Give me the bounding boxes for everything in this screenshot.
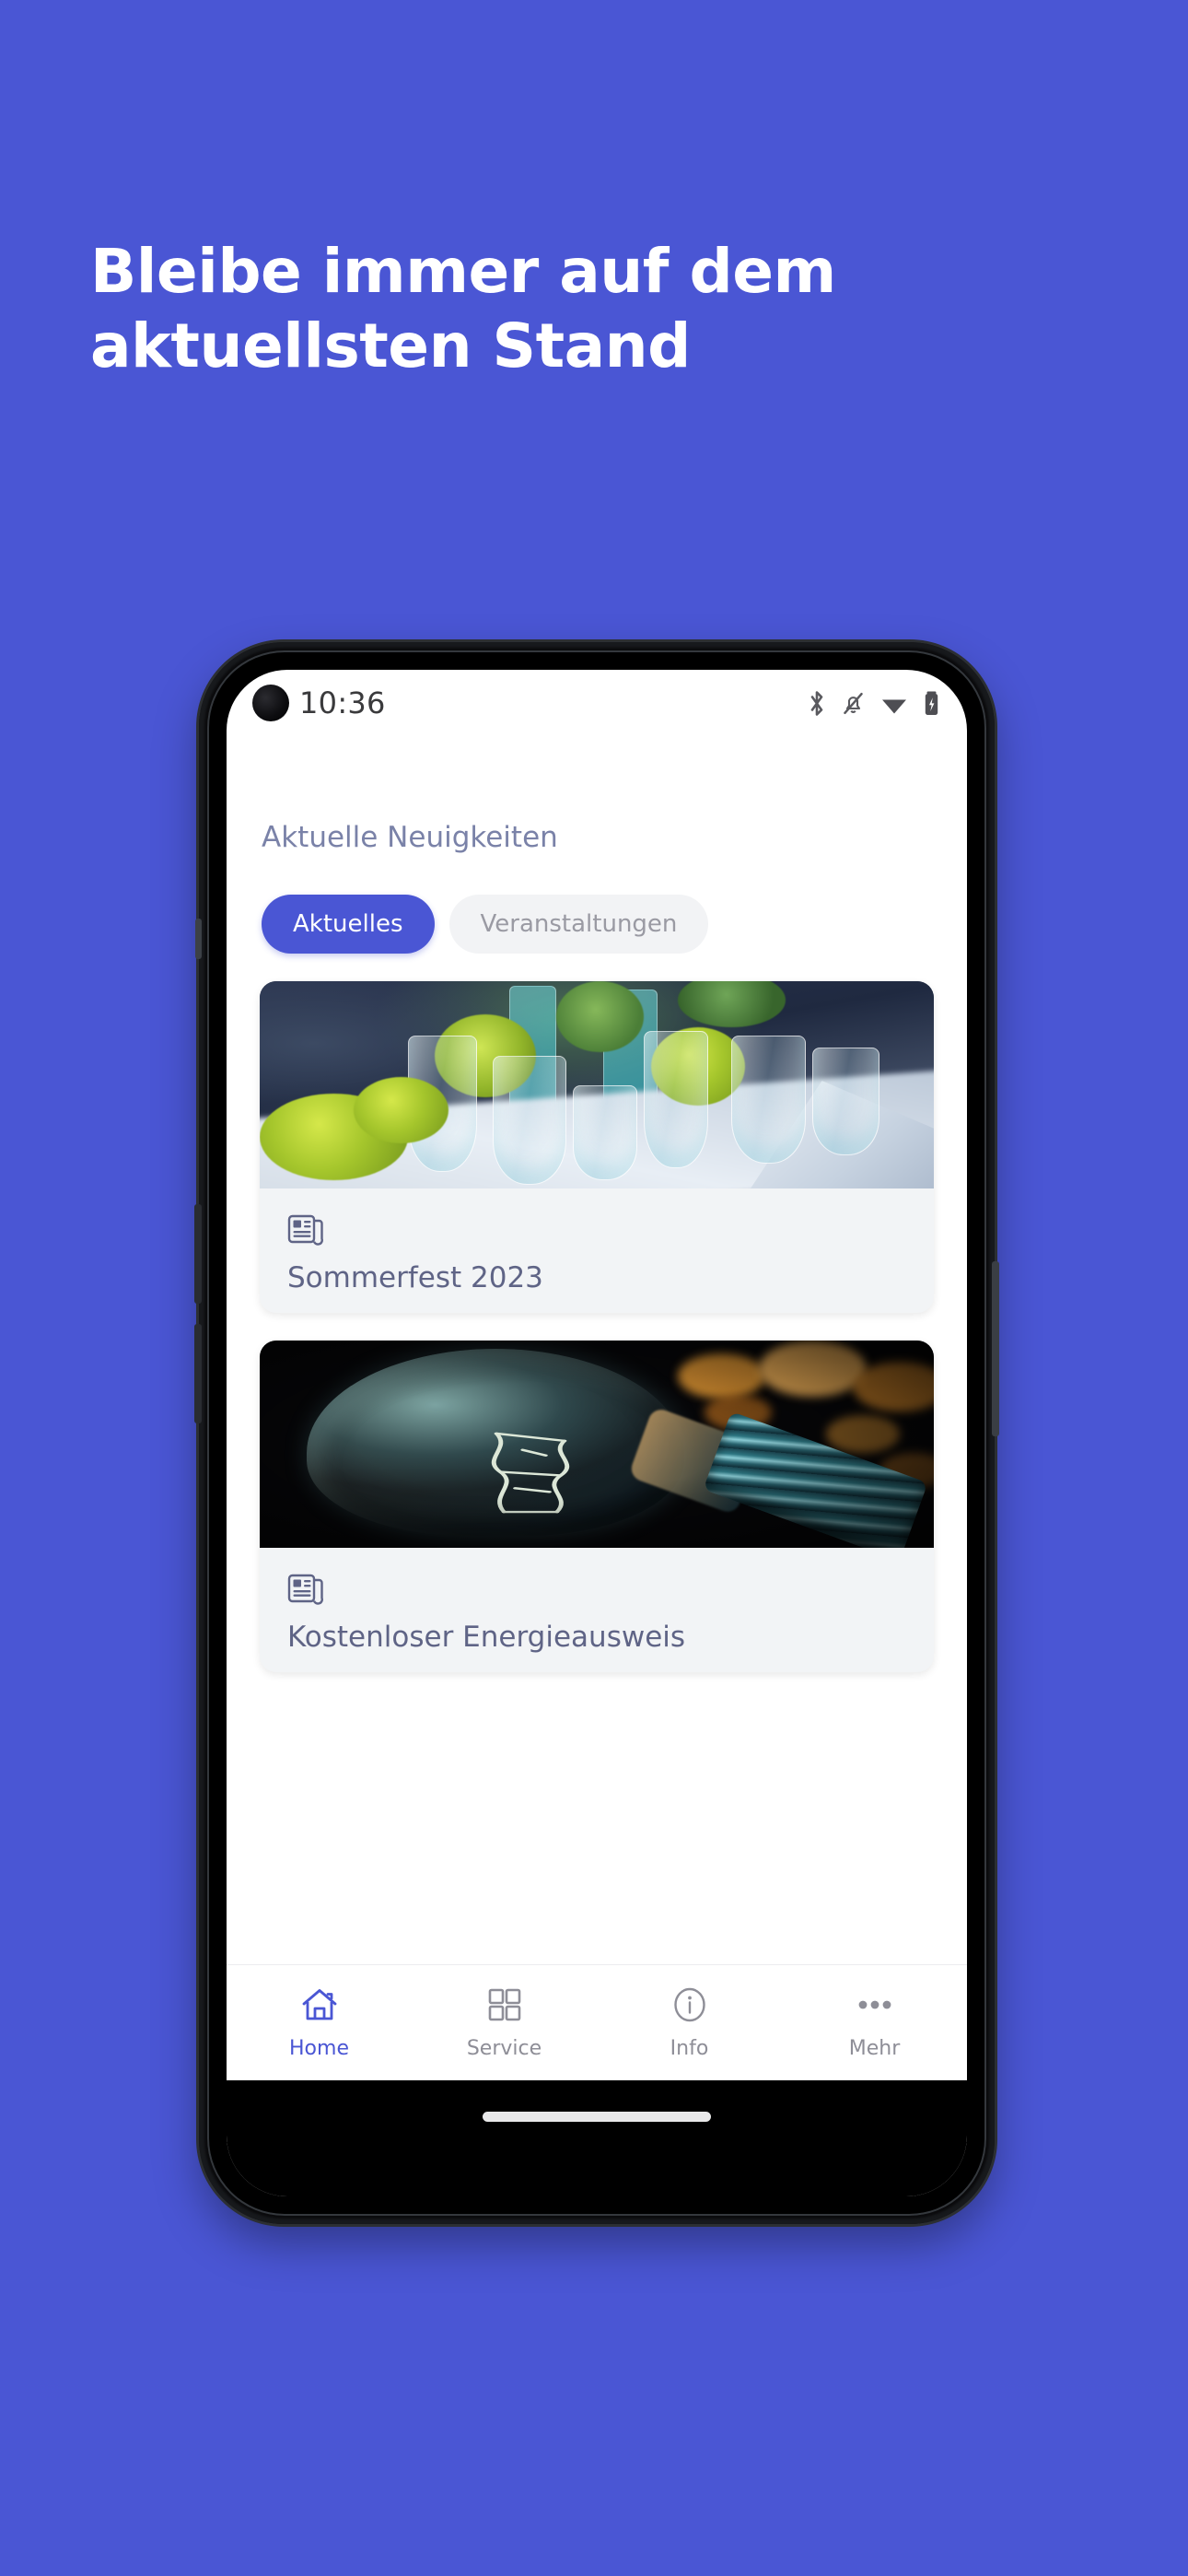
nav-item-service[interactable]: Service [412,1965,597,2080]
page-headline: Bleibe immer auf dem aktuellsten Stand [90,236,836,381]
nav-label-service: Service [466,2036,542,2060]
news-card-energieausweis[interactable]: Kostenloser Energieausweis [260,1341,934,1672]
home-indicator[interactable] [483,2112,711,2122]
news-card-title: Kostenloser Energieausweis [287,1621,686,1654]
tab-veranstaltungen[interactable]: Veranstaltungen [448,895,709,954]
bluetooth-icon [808,690,826,717]
tab-aktuelles-label: Aktuelles [293,910,403,938]
nav-label-info: Info [670,2036,709,2060]
phone-volume-down-button [194,1324,202,1423]
news-screen: Aktuelle Neuigkeiten Aktuelles Veranstal… [227,736,967,2080]
phone-power-button [992,1261,999,1436]
nav-item-home[interactable]: Home [227,1965,412,2080]
notifications-off-icon [842,690,865,717]
tab-aktuelles[interactable]: Aktuelles [262,895,435,954]
newspaper-icon [287,1570,906,1610]
status-icons [808,690,939,717]
page-title: Aktuelle Neuigkeiten [262,821,558,854]
grid-icon [486,1986,523,2028]
bottom-navigation: Home Service Info Mehr [227,1964,967,2080]
wifi-icon [880,690,908,717]
ellipsis-icon [854,1986,896,2028]
nav-item-mehr[interactable]: Mehr [782,1965,967,2080]
phone-mockup: 10:36 Aktuelle Neuigkeiten Aktuelles Ver… [194,642,999,2224]
nav-item-info[interactable]: Info [597,1965,782,2080]
nav-label-home: Home [289,2036,349,2060]
home-icon [300,1986,339,2028]
battery-charging-icon [924,690,939,717]
status-clock: 10:36 [299,685,386,720]
tab-veranstaltungen-label: Veranstaltungen [480,910,678,938]
news-card-sommerfest[interactable]: Sommerfest 2023 [260,981,934,1313]
banquet-table-photo [260,981,934,1188]
info-circle-icon [671,1986,708,2028]
newspaper-icon [287,1211,906,1250]
news-filter-tabs: Aktuelles Veranstaltungen [262,895,709,954]
lightbulb-photo [260,1341,934,1548]
status-bar: 10:36 [227,670,967,736]
news-card-title: Sommerfest 2023 [287,1261,543,1294]
front-camera-icon [252,685,289,721]
phone-side-button-mute [195,919,202,959]
nav-label-mehr: Mehr [848,2036,901,2060]
gesture-navigation-bar [227,2080,967,2196]
phone-screen: 10:36 Aktuelle Neuigkeiten Aktuelles Ver… [227,670,967,2196]
phone-volume-up-button [194,1204,202,1304]
